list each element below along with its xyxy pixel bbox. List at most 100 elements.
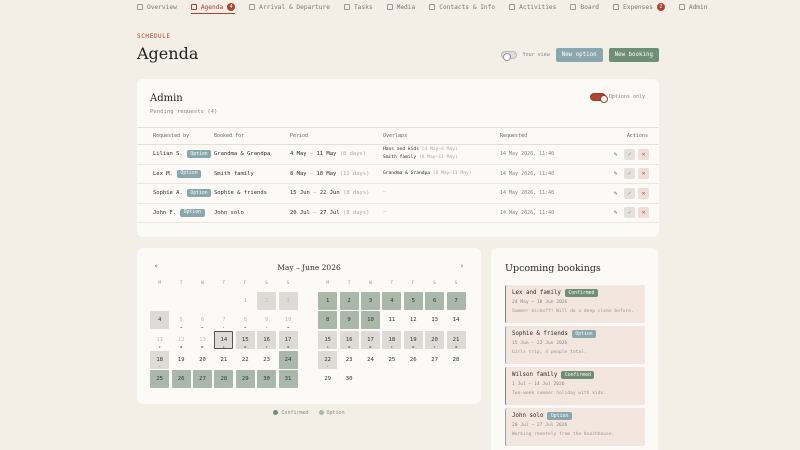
next-month-button[interactable]: ›	[460, 262, 464, 270]
nav-admin[interactable]: Admin	[678, 0, 707, 14]
calendar-day[interactable]: 11	[149, 330, 170, 350]
nav-agenda[interactable]: Agenda 4	[190, 0, 236, 14]
calendar-day[interactable]: 31	[277, 369, 298, 389]
calendar-day[interactable]: 6	[424, 291, 445, 311]
calendar-day[interactable]: 19	[170, 350, 191, 370]
your-view-toggle[interactable]	[500, 51, 517, 61]
calendar-day[interactable]: 2	[338, 291, 359, 311]
calendar-day[interactable]: 11	[381, 311, 402, 331]
calendar-day[interactable]: 29	[235, 369, 256, 389]
booking-card[interactable]: Wilson family Confirmed 1 Jul – 14 Jul 202…	[505, 367, 645, 405]
calendar-day[interactable]: 17	[277, 330, 298, 350]
calendar-day[interactable]: 9	[338, 311, 359, 331]
nav-tasks[interactable]: Tasks	[343, 0, 373, 14]
calendar-day[interactable]: 26	[170, 369, 191, 389]
calendar-day[interactable]: 2	[256, 291, 277, 311]
booking-card[interactable]: John solo Option 20 Jul – 27 Jul 2026 Worki…	[505, 408, 645, 446]
nav-expenses[interactable]: Expenses 2	[613, 0, 665, 14]
calendar-day[interactable]: 13	[192, 330, 213, 350]
period-cell: 4 May – 11 May (8 days)	[290, 151, 383, 157]
approve-icon[interactable]: ✓	[624, 187, 635, 199]
booking-card[interactable]: Lex and family Confirmed 24 May – 10 Jun 2…	[505, 285, 645, 323]
status-badge: Option	[180, 208, 205, 217]
reject-icon[interactable]: ✕	[638, 148, 649, 160]
calendar-day[interactable]: 5	[403, 291, 424, 311]
calendar-day[interactable]: 30	[256, 369, 277, 389]
calendar-day[interactable]: 29	[317, 369, 338, 389]
calendar-day[interactable]: 18	[381, 330, 402, 350]
calendar-day[interactable]: 5	[170, 311, 191, 331]
calendar-day[interactable]: 24	[277, 350, 298, 370]
calendar-day[interactable]: 21	[445, 330, 466, 350]
calendar-day[interactable]: 18	[149, 350, 170, 370]
calendar-day[interactable]: 14	[445, 311, 466, 331]
calendar-day[interactable]: 8	[317, 311, 338, 331]
calendar-day[interactable]: 12	[170, 330, 191, 350]
calendar-day[interactable]: 27	[424, 350, 445, 370]
calendar-day[interactable]: 16	[256, 330, 277, 350]
calendar-day[interactable]: 13	[424, 311, 445, 331]
calendar-day[interactable]: 23	[256, 350, 277, 370]
calendar-day[interactable]: 6	[192, 311, 213, 331]
edit-icon[interactable]: ✎	[610, 149, 621, 160]
calendar-day[interactable]: 20	[192, 350, 213, 370]
day-number: 14	[452, 317, 460, 324]
calendar-day[interactable]: 10	[360, 311, 381, 331]
calendar-day[interactable]: 19	[403, 330, 424, 350]
calendar-day[interactable]: 3	[360, 291, 381, 311]
calendar-day[interactable]: 9	[256, 311, 277, 331]
calendar-day[interactable]: 21	[213, 350, 234, 370]
new-option-button[interactable]: New option	[555, 48, 603, 62]
calendar-day[interactable]: 4	[381, 291, 402, 311]
reject-icon[interactable]: ✕	[638, 207, 649, 219]
calendar-day[interactable]: 30	[338, 369, 359, 389]
approve-icon[interactable]: ✓	[624, 148, 635, 160]
calendar-day[interactable]: 1	[235, 291, 256, 311]
calendar-day[interactable]: 16	[338, 330, 359, 350]
calendar-day[interactable]: 15	[317, 330, 338, 350]
edit-icon[interactable]: ✎	[610, 188, 621, 199]
reject-icon[interactable]: ✕	[638, 187, 649, 199]
nav-contacts-info[interactable]: Contacts & Info	[429, 0, 495, 14]
calendar-day[interactable]: 1	[317, 291, 338, 311]
nav-overview[interactable]: Overview	[137, 0, 177, 14]
overlaps-cell: –	[383, 209, 500, 217]
approve-icon[interactable]: ✓	[624, 168, 635, 180]
calendar-day[interactable]: 17	[360, 330, 381, 350]
overlap-range: (8 May–11 May)	[430, 170, 472, 176]
approve-icon[interactable]: ✓	[624, 207, 635, 219]
calendar-day[interactable]: 23	[338, 350, 359, 370]
nav-arrival-departure[interactable]: Arrival & Departure	[249, 0, 330, 14]
calendar-day[interactable]: 7	[445, 291, 466, 311]
booking-dot-icon	[287, 346, 289, 348]
calendar-day[interactable]: 15	[235, 330, 256, 350]
calendar-day[interactable]: 26	[403, 350, 424, 370]
new-booking-button[interactable]: New booking	[608, 48, 659, 62]
calendar-day[interactable]: 7	[213, 311, 234, 331]
edit-icon[interactable]: ✎	[610, 207, 621, 218]
nav-media[interactable]: Media	[386, 0, 415, 14]
calendar-day[interactable]: 12	[403, 311, 424, 331]
calendar-day[interactable]: 3	[277, 291, 298, 311]
nav-board[interactable]: Board	[570, 0, 599, 14]
col-requested-by: Requested by	[153, 133, 190, 139]
calendar-day[interactable]: 25	[381, 350, 402, 370]
booking-card[interactable]: Sophie & friends Option 15 Jun – 22 Jun 20…	[505, 326, 645, 364]
calendar-day[interactable]: 10	[277, 311, 298, 331]
nav-activities[interactable]: Activities	[509, 0, 556, 14]
reject-icon[interactable]: ✕	[638, 168, 649, 180]
options-only-toggle[interactable]	[589, 93, 608, 103]
calendar-day[interactable]: 14	[213, 330, 234, 350]
calendar-day[interactable]: 8	[235, 311, 256, 331]
calendar-day[interactable]: 28	[213, 369, 234, 389]
calendar-day[interactable]: 24	[360, 350, 381, 370]
calendar-day[interactable]: 28	[445, 350, 466, 370]
calendar-day[interactable]: 20	[424, 330, 445, 350]
calendar-day[interactable]: 22	[317, 350, 338, 370]
calendar-day[interactable]: 27	[192, 369, 213, 389]
status-badge: Option	[571, 330, 597, 338]
calendar-day[interactable]: 4	[149, 311, 170, 331]
calendar-day[interactable]: 22	[235, 350, 256, 370]
edit-icon[interactable]: ✎	[610, 168, 621, 179]
calendar-day[interactable]: 25	[149, 369, 170, 389]
